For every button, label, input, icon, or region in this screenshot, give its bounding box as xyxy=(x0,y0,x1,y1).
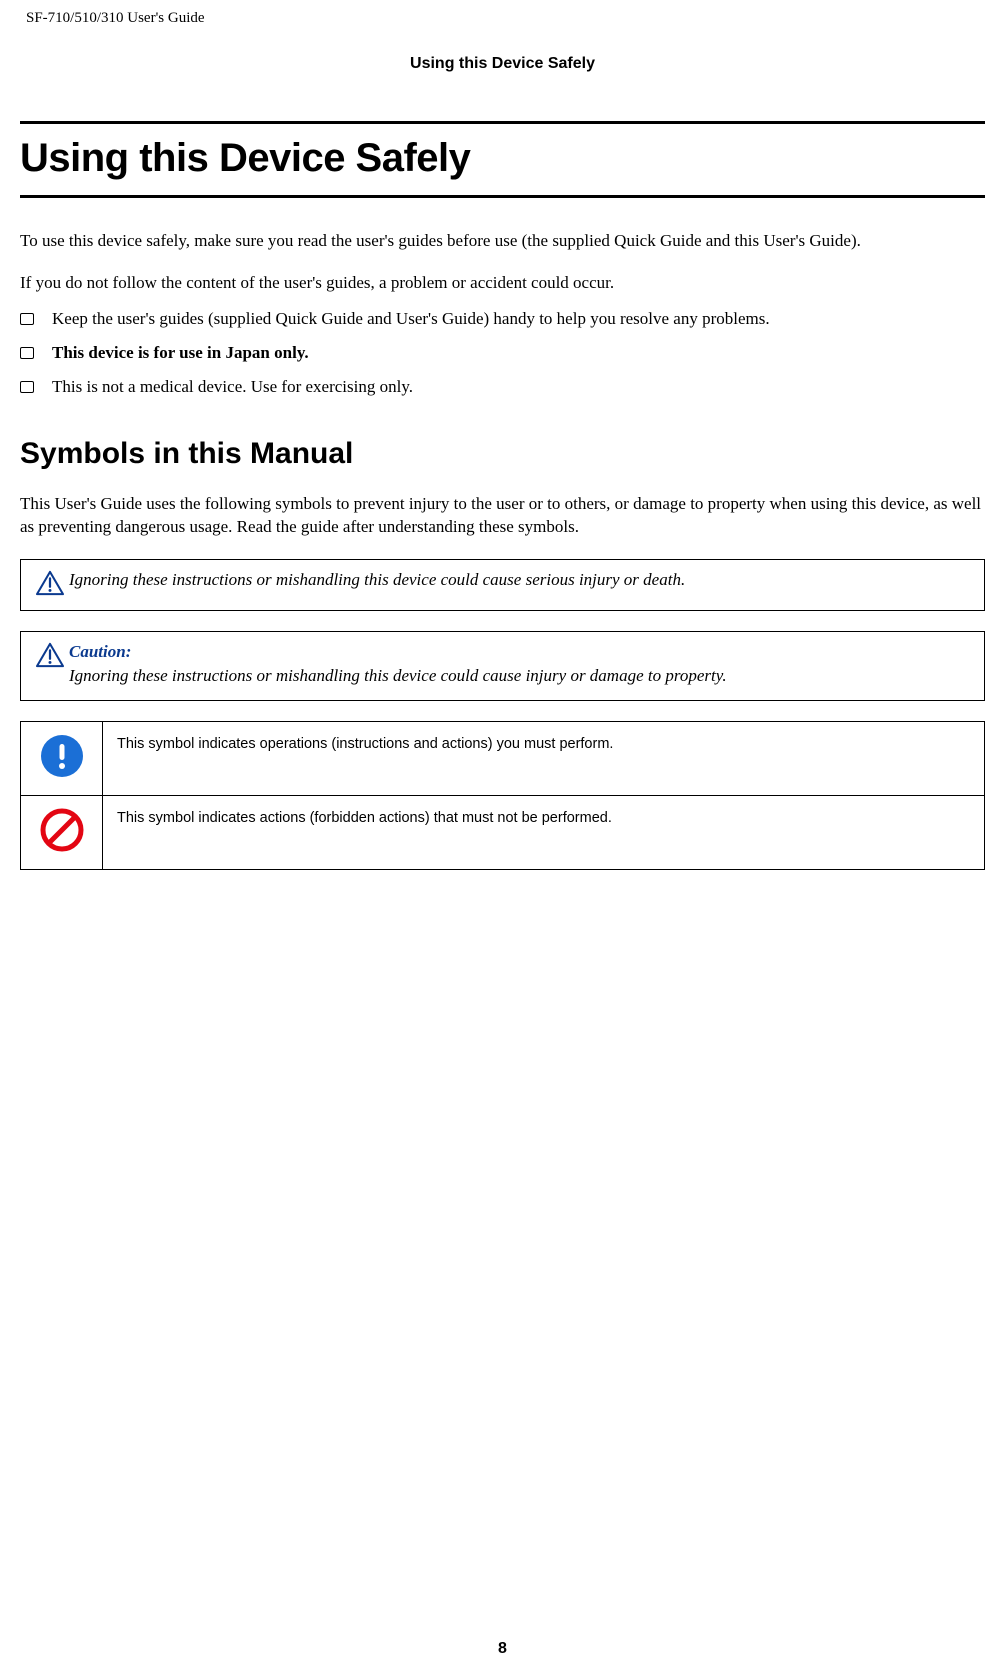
page-title: Using this Device Safely xyxy=(20,136,985,181)
caution-callout: Caution: Ignoring these instructions or … xyxy=(20,631,985,701)
title-block: Using this Device Safely xyxy=(20,121,985,198)
bullet-marker-icon xyxy=(20,347,34,359)
warning-triangle-icon xyxy=(35,570,65,596)
symbol-description: This symbol indicates actions (forbidden… xyxy=(103,795,985,869)
list-item-text: Keep the user's guides (supplied Quick G… xyxy=(52,309,770,329)
symbol-explanation-table: This symbol indicates operations (instru… xyxy=(20,721,985,870)
list-item: This device is for use in Japan only. xyxy=(20,343,985,363)
running-section-header: Using this Device Safely xyxy=(20,55,985,73)
warning-text: Ignoring these instructions or mishandli… xyxy=(69,570,685,590)
forbidden-icon xyxy=(40,808,84,852)
list-item-text: This device is for use in Japan only. xyxy=(52,343,309,363)
symbol-cell xyxy=(21,721,103,795)
table-row: This symbol indicates actions (forbidden… xyxy=(21,795,985,869)
list-item: This is not a medical device. Use for ex… xyxy=(20,377,985,397)
intro-paragraph-2: If you do not follow the content of the … xyxy=(20,273,985,293)
sub-heading: Symbols in this Manual xyxy=(20,437,985,471)
bullet-marker-icon xyxy=(20,381,34,393)
sub-intro-paragraph: This User's Guide uses the following sym… xyxy=(20,493,985,539)
table-row: This symbol indicates operations (instru… xyxy=(21,721,985,795)
caution-label: Caution: xyxy=(69,642,131,662)
bullet-list: Keep the user's guides (supplied Quick G… xyxy=(20,309,985,397)
must-do-icon xyxy=(40,734,84,778)
symbol-cell xyxy=(21,795,103,869)
warning-callout: Ignoring these instructions or mishandli… xyxy=(20,559,985,611)
header-doc-id: SF-710/510/310 User's Guide xyxy=(20,0,985,27)
caution-triangle-icon xyxy=(35,642,65,668)
bullet-marker-icon xyxy=(20,313,34,325)
page-number: 8 xyxy=(0,1640,1005,1658)
list-item-text: This is not a medical device. Use for ex… xyxy=(52,377,413,397)
intro-paragraph-1: To use this device safely, make sure you… xyxy=(20,230,985,253)
caution-text: Ignoring these instructions or mishandli… xyxy=(69,666,970,686)
list-item: Keep the user's guides (supplied Quick G… xyxy=(20,309,985,329)
symbol-description: This symbol indicates operations (instru… xyxy=(103,721,985,795)
